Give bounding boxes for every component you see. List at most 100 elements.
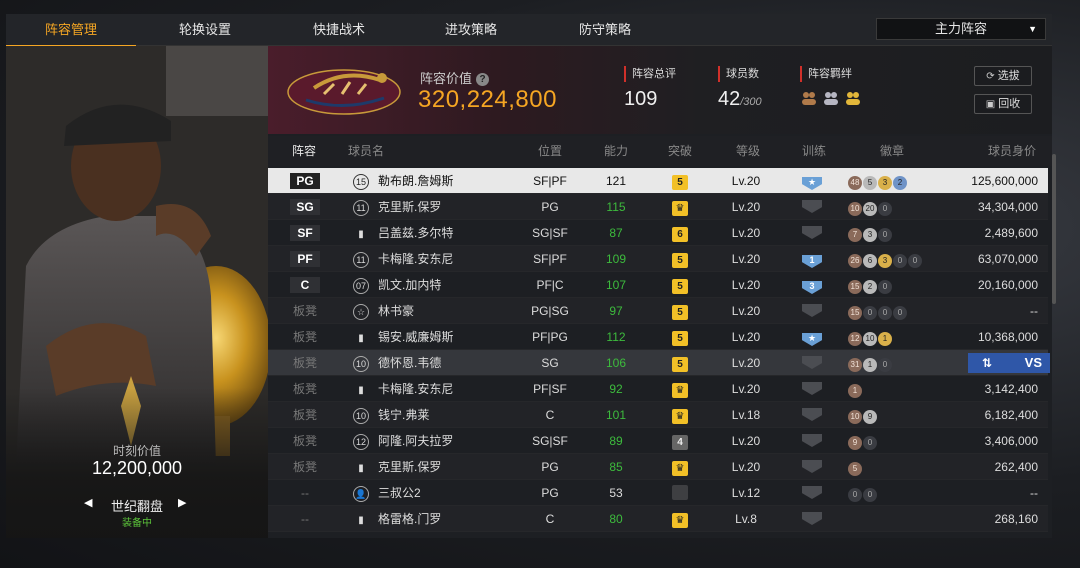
table-row[interactable]: -- ▮ 格雷格.门罗 C 80 ♛ Lv.8 268,160 <box>268 506 1048 532</box>
recycle-button[interactable]: ▣ 回收 <box>974 94 1032 114</box>
table-row[interactable]: PF 11 卡梅隆.安东尼 SF|PF 109 5 Lv.20 1 26 6 3 0 0 63,070,0… <box>268 246 1048 272</box>
training-cell[interactable] <box>792 298 832 324</box>
table-row[interactable]: PG 15 勒布朗.詹姆斯 SF|PF 121 5 Lv.20 ★ 48 5 3 2 125,600,0… <box>268 168 1048 194</box>
lineup-slot[interactable]: 板凳 <box>288 402 322 428</box>
lineup-value: 320,224,800 <box>418 86 557 113</box>
player-name[interactable]: 克里斯.保罗 <box>378 194 508 220</box>
badges-cell[interactable]: 15 2 0 <box>848 272 934 298</box>
col-ability[interactable]: 能力 <box>604 136 628 166</box>
badges-cell[interactable]: 730 <box>848 220 934 246</box>
select-button[interactable]: ⟳ 选拔 <box>974 66 1032 86</box>
badges-cell[interactable]: 1 <box>848 376 934 402</box>
lineup-slot[interactable]: 板凳 <box>288 428 322 454</box>
badges-cell[interactable]: 48 5 3 2 <box>848 168 934 194</box>
lineup-slot[interactable]: 板凳 <box>288 454 322 480</box>
moment-value-label: 时刻价值 <box>112 444 161 458</box>
tab-rotation-settings[interactable]: 轮换设置 <box>140 14 270 46</box>
player-name[interactable]: 德怀恩.韦德 <box>378 350 508 376</box>
col-position[interactable]: 位置 <box>538 136 562 166</box>
training-cell[interactable]: 1 <box>792 246 832 272</box>
badges-cell[interactable]: 5 <box>848 454 934 480</box>
badges-cell[interactable]: 26 6 3 0 0 <box>848 246 934 272</box>
training-cell[interactable] <box>792 402 832 428</box>
table-row[interactable]: 板凳 ☆ 林书豪 PG|SG 97 5 Lv.20 15 0 0 0 -- <box>268 298 1048 324</box>
bond-gold-icon[interactable] <box>844 90 862 106</box>
lineup-dropdown[interactable]: 主力阵容 ▼ <box>876 18 1046 40</box>
player-name[interactable]: 卡梅隆.安东尼 <box>378 376 508 402</box>
player-name[interactable]: 林书豪 <box>378 298 508 324</box>
player-name[interactable]: 勒布朗.詹姆斯 <box>378 168 508 194</box>
player-name[interactable]: 格雷格.门罗 <box>378 506 508 532</box>
player-name[interactable]: 锡安.威廉姆斯 <box>378 324 508 350</box>
badge-count-icon: 1 <box>863 358 877 372</box>
training-cell[interactable]: ★ <box>792 168 832 194</box>
table-row[interactable]: 板凳 ▮ 卡梅隆.安东尼 PF|SF 92 ♛ Lv.20 1 3,142,400 <box>268 376 1048 402</box>
badges-cell[interactable]: 31 1 0 <box>848 350 934 376</box>
col-level[interactable]: 等级 <box>736 136 760 166</box>
col-badges[interactable]: 徽章 <box>880 136 904 166</box>
col-salary[interactable]: 球员身价 <box>988 136 1036 166</box>
badges-cell[interactable]: 90 <box>848 428 934 454</box>
lineup-slot[interactable]: C <box>288 272 322 298</box>
training-cell[interactable]: 3 <box>792 272 832 298</box>
player-ability: 53 <box>609 486 623 500</box>
lineup-slot[interactable]: 板凳 <box>288 298 322 324</box>
training-cell[interactable] <box>792 506 832 532</box>
table-row[interactable]: SF ▮ 吕盖兹.多尔特 SG|SF 87 6 Lv.20 7 3 0 2,489,600 <box>268 220 1048 246</box>
lineup-slot[interactable]: SF <box>288 220 322 246</box>
player-name[interactable]: 吕盖兹.多尔特 <box>378 220 508 246</box>
player-name[interactable]: 阿隆.阿夫拉罗 <box>378 428 508 454</box>
training-cell[interactable]: ★ <box>792 324 832 350</box>
lineup-slot[interactable]: -- <box>288 480 322 506</box>
table-row[interactable]: 板凳 10 德怀恩.韦德 SG 106 5 Lv.20 31 1 0 ⇅ VS <box>268 350 1050 376</box>
table-row[interactable]: C 07 凯文.加内特 PF|C 107 5 Lv.20 3 15 2 0 20,160,000 <box>268 272 1048 298</box>
col-breakthrough[interactable]: 突破 <box>668 136 692 166</box>
compare-vs-button[interactable]: ⇅ VS <box>968 353 1050 373</box>
badges-cell[interactable]: 12 10 1 <box>848 324 934 350</box>
table-row[interactable]: 板凳 10 钱宁.弗莱 C 101 ♛ Lv.18 10 9 6,182,400 <box>268 402 1048 428</box>
player-name[interactable]: 凯文.加内特 <box>378 272 508 298</box>
table-row[interactable]: 板凳 ▮ 克里斯.保罗 PG 85 ♛ Lv.20 5 262,400 <box>268 454 1048 480</box>
player-card[interactable]: 时刻价值 12,200,000 ◀ 世纪翻盘 ▶ 装备中 <box>6 46 268 538</box>
tab-lineup-management[interactable]: 阵容管理 <box>6 14 136 47</box>
next-card-arrow-icon[interactable]: ▶ <box>178 496 186 509</box>
help-icon[interactable]: ? <box>476 73 490 87</box>
training-cell[interactable] <box>792 428 832 454</box>
training-cell[interactable] <box>792 376 832 402</box>
tab-quick-tactics[interactable]: 快捷战术 <box>274 14 404 46</box>
training-cell[interactable] <box>792 220 832 246</box>
lineup-slot[interactable]: -- <box>288 506 322 532</box>
badges-cell[interactable]: 10 9 <box>848 402 934 428</box>
lineup-slot[interactable]: 板凳 <box>288 324 322 350</box>
col-training[interactable]: 训练 <box>802 136 826 166</box>
table-scrollbar[interactable] <box>1052 154 1056 304</box>
col-lineup[interactable]: 阵容 <box>292 136 316 166</box>
bond-silver-icon[interactable] <box>822 90 840 106</box>
badges-cell[interactable]: 00 <box>848 480 934 506</box>
training-cell[interactable] <box>792 454 832 480</box>
table-row[interactable]: 板凳 ▮ 锡安.威廉姆斯 PF|PG 112 5 Lv.20 ★ 12 10 1 10,368,000 <box>268 324 1048 350</box>
training-cell[interactable] <box>792 350 832 376</box>
badges-cell[interactable]: 15 0 0 0 <box>848 298 934 324</box>
lineup-slot[interactable]: 板凳 <box>288 376 322 402</box>
player-name[interactable]: 卡梅隆.安东尼 <box>378 246 508 272</box>
training-cell[interactable] <box>792 480 832 506</box>
training-cell[interactable] <box>792 194 832 220</box>
table-row[interactable]: 板凳 12 阿隆.阿夫拉罗 SG|SF 89 4 Lv.20 9 0 3,406,000 <box>268 428 1048 454</box>
tab-defense-strategy[interactable]: 防守策略 <box>540 14 670 46</box>
player-name[interactable]: 克里斯.保罗 <box>378 454 508 480</box>
player-name[interactable]: 钱宁.弗莱 <box>378 402 508 428</box>
bond-bronze-icon[interactable] <box>800 90 818 106</box>
table-row[interactable]: -- 👤 三叔公2 PG 53 Lv.12 0 0 -- <box>268 480 1048 506</box>
badges-cell[interactable] <box>848 506 934 532</box>
lineup-slot[interactable]: 板凳 <box>288 350 322 376</box>
player-position: PF|PG <box>532 330 568 344</box>
tab-offense-strategy[interactable]: 进攻策略 <box>406 14 536 46</box>
badges-cell[interactable]: 10 20 0 <box>848 194 934 220</box>
player-name[interactable]: 三叔公2 <box>378 480 508 506</box>
lineup-slot[interactable]: SG <box>288 194 322 220</box>
col-name[interactable]: 球员名 <box>348 136 384 166</box>
lineup-slot[interactable]: PF <box>288 246 322 272</box>
lineup-slot[interactable]: PG <box>288 168 322 194</box>
table-row[interactable]: SG 11 克里斯.保罗 PG 115 ♛ Lv.20 10 20 0 34,304,000 <box>268 194 1048 220</box>
